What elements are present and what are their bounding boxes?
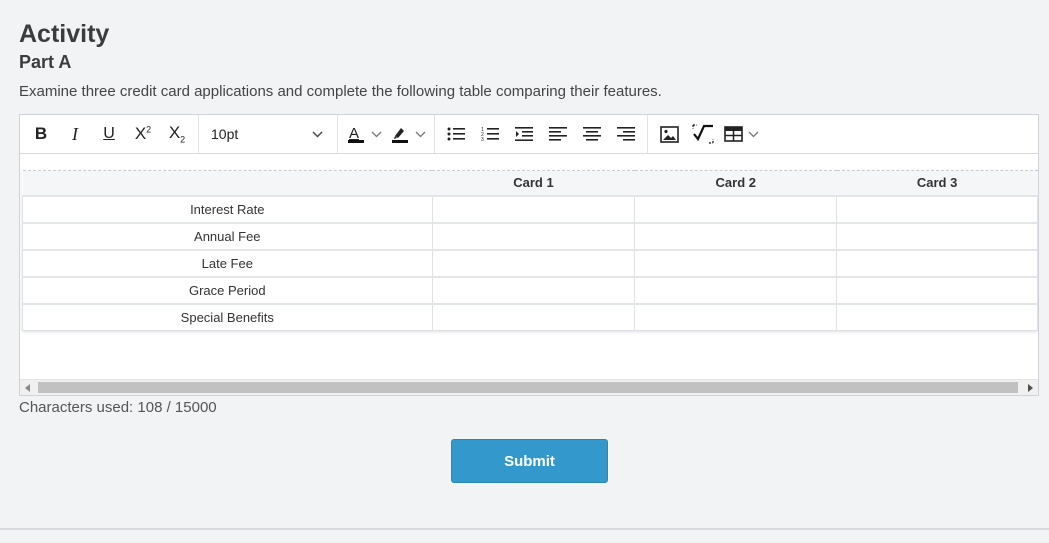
text-color-icon: A <box>348 125 364 143</box>
align-center-button[interactable] <box>575 118 609 150</box>
italic-icon: I <box>72 123 78 144</box>
table-row: Interest Rate <box>22 194 1038 223</box>
row-label-cell[interactable]: Annual Fee <box>22 221 433 250</box>
row-label-cell[interactable]: Grace Period <box>22 275 433 304</box>
row-label-cell[interactable]: Special Benefits <box>22 302 433 331</box>
table-cell[interactable] <box>836 221 1038 250</box>
superscript-icon: X2 <box>134 124 152 143</box>
equation-icon <box>692 124 714 144</box>
table-row: Late Fee <box>22 248 1038 277</box>
table-header-cell[interactable] <box>22 170 433 196</box>
table-header-cell[interactable]: Card 1 <box>432 170 635 196</box>
italic-button[interactable]: I <box>58 118 92 150</box>
chevron-down-icon <box>748 131 759 137</box>
insert-equation-button[interactable] <box>686 118 720 150</box>
table-cell[interactable] <box>634 194 838 223</box>
align-center-icon <box>583 127 601 141</box>
bold-button[interactable]: B <box>24 118 58 150</box>
page-title: Activity <box>19 20 110 48</box>
numbered-list-button[interactable]: 1 2 3 <box>473 118 507 150</box>
chevron-down-icon <box>415 131 426 137</box>
font-size-group: 10pt <box>199 115 338 153</box>
bold-icon: B <box>34 124 48 143</box>
bullet-list-button[interactable] <box>439 118 473 150</box>
svg-text:A: A <box>349 125 359 142</box>
page-bottom-rule <box>0 528 1049 530</box>
text-color-button[interactable]: A <box>342 118 386 150</box>
bullet-list-icon <box>447 127 465 141</box>
row-label-cell[interactable]: Late Fee <box>22 248 433 277</box>
table-cell[interactable] <box>634 302 838 331</box>
table-row: Special Benefits <box>22 302 1038 331</box>
activity-container: Activity Part A Examine three credit car… <box>19 20 1039 483</box>
scroll-right-arrow-icon[interactable] <box>1028 384 1033 392</box>
table-header-cell[interactable]: Card 2 <box>634 170 837 196</box>
paragraph-group: 1 2 3 <box>435 115 648 153</box>
horizontal-scrollbar[interactable] <box>20 379 1038 395</box>
numbered-list-icon: 1 2 3 <box>481 127 499 142</box>
indent-button[interactable] <box>507 118 541 150</box>
align-right-icon <box>617 127 635 141</box>
align-right-button[interactable] <box>609 118 643 150</box>
table-cell[interactable] <box>634 221 838 250</box>
table-icon <box>724 126 743 142</box>
character-counter: Characters used: 108 / 15000 <box>19 399 217 416</box>
table-cell[interactable] <box>431 302 636 331</box>
highlight-button[interactable] <box>386 118 430 150</box>
insert-group <box>648 115 767 153</box>
table-cell[interactable] <box>634 275 838 304</box>
format-group: B I U X2 X2 <box>20 115 199 153</box>
font-size-select[interactable]: 10pt <box>203 118 333 150</box>
scrollbar-thumb[interactable] <box>38 382 1018 393</box>
table-cell[interactable] <box>431 194 636 223</box>
part-title: Part A <box>19 52 72 72</box>
table-cell[interactable] <box>836 194 1038 223</box>
subscript-icon: X2 <box>168 123 186 145</box>
rich-text-editor[interactable]: B I U X2 X2 10pt A 1 2 3 Card 1 Card 2 C… <box>19 114 1039 396</box>
table-cell[interactable] <box>634 248 838 277</box>
instructions-text: Examine three credit card applications a… <box>19 83 662 100</box>
table-row: Annual Fee <box>22 221 1038 250</box>
table-cell[interactable] <box>431 221 636 250</box>
table-cell[interactable] <box>836 275 1038 304</box>
underline-icon: U <box>103 125 115 142</box>
row-label-cell[interactable]: Interest Rate <box>22 194 433 223</box>
editor-content[interactable]: Card 1 Card 2 Card 3 Interest Rate Annua… <box>20 155 1038 379</box>
chevron-down-icon <box>312 131 323 137</box>
font-size-value: 10pt <box>211 126 239 142</box>
image-icon <box>659 125 679 143</box>
indent-icon <box>515 127 533 141</box>
svg-text:3: 3 <box>481 137 484 142</box>
highlight-icon <box>392 128 408 143</box>
table-cell[interactable] <box>431 275 636 304</box>
table-cell[interactable] <box>836 248 1038 277</box>
editor-toolbar: B I U X2 X2 10pt A 1 2 3 <box>20 115 1038 154</box>
align-left-button[interactable] <box>541 118 575 150</box>
table-cell[interactable] <box>431 248 636 277</box>
table-header-cell[interactable]: Card 3 <box>836 170 1038 196</box>
color-group: A <box>338 115 435 153</box>
scroll-left-arrow-icon[interactable] <box>25 384 30 392</box>
insert-image-button[interactable] <box>652 118 686 150</box>
align-left-icon <box>549 127 567 141</box>
table-header-row: Card 1 Card 2 Card 3 <box>22 170 1038 196</box>
comparison-table: Card 1 Card 2 Card 3 Interest Rate Annua… <box>22 170 1038 331</box>
chevron-down-icon <box>371 131 382 137</box>
table-row: Grace Period <box>22 275 1038 304</box>
superscript-button[interactable]: X2 <box>126 118 160 150</box>
subscript-button[interactable]: X2 <box>160 118 194 150</box>
table-cell[interactable] <box>836 302 1038 331</box>
insert-table-button[interactable] <box>720 118 763 150</box>
underline-button[interactable]: U <box>92 118 126 150</box>
submit-button[interactable]: Submit <box>451 439 608 483</box>
